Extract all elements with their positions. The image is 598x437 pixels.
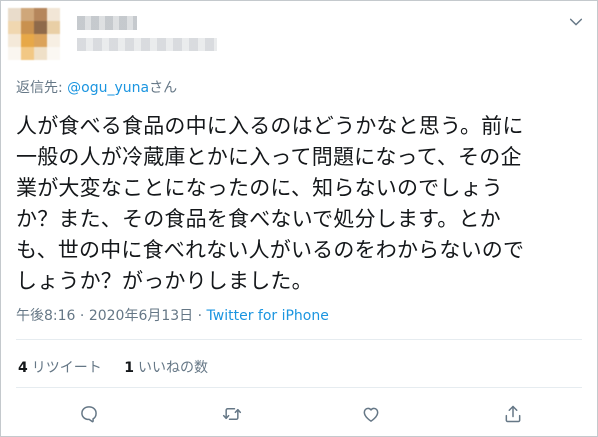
user-name-block[interactable]	[77, 14, 227, 54]
share-icon[interactable]	[500, 401, 526, 427]
avatar[interactable]	[8, 8, 60, 60]
display-name-redacted	[77, 16, 137, 30]
retweets-label: リツイート	[31, 360, 102, 376]
retweet-icon[interactable]	[219, 401, 245, 427]
tweet-line: も、世の中に食べれない人がいるのをわからないので	[16, 238, 525, 262]
chevron-down-icon[interactable]	[567, 13, 585, 31]
mention-link[interactable]: @ogu_yuna	[67, 80, 149, 96]
reply-icon[interactable]	[76, 401, 102, 427]
divider	[16, 387, 582, 388]
meta-separator: ·	[193, 308, 207, 324]
tweet-line: しょうか？がっかりしました。	[16, 269, 313, 293]
tweet-actions	[1, 401, 597, 427]
reply-suffix: さん	[149, 80, 178, 96]
tweet-line: か？また、その食品を食べないで処分します。とか	[16, 207, 501, 231]
retweets-count: 4	[18, 360, 28, 376]
tweet-line: 人が食べる食品の中に入るのはどうかなと思う。前に	[16, 114, 524, 138]
divider	[16, 339, 582, 340]
heart-icon[interactable]	[358, 401, 384, 427]
tweet-line: 一般の人が冷蔵庫とかに入って問題になって、その企	[16, 145, 522, 169]
tweet-line: 業が大変なことになったのに、知らないのでしょう	[16, 176, 503, 200]
tweet-stats: 4 リツイート 1 いいねの数	[18, 357, 226, 377]
handle-redacted	[77, 38, 217, 51]
tweet-client-link[interactable]: Twitter for iPhone	[207, 308, 329, 324]
likes-count: 1	[124, 360, 134, 376]
tweet-card: 返信先: @ogu_yunaさん 人が食べる食品の中に入るのはどうかなと思う。前…	[0, 0, 598, 437]
tweet-meta: 午後8:16 · 2020年6月13日 · Twitter for iPhone	[16, 305, 329, 325]
meta-separator: ·	[75, 308, 89, 324]
likes-label: いいねの数	[137, 360, 208, 376]
reply-prefix: 返信先:	[16, 80, 68, 96]
tweet-text: 人が食べる食品の中に入るのはどうかなと思う。前に 一般の人が冷蔵庫とかに入って問…	[16, 111, 576, 297]
likes-stat[interactable]: 1 いいねの数	[124, 360, 208, 376]
tweet-date[interactable]: 2020年6月13日	[89, 308, 193, 324]
retweets-stat[interactable]: 4 リツイート	[18, 360, 102, 376]
reply-to-line: 返信先: @ogu_yunaさん	[16, 77, 177, 97]
tweet-time[interactable]: 午後8:16	[16, 308, 75, 324]
